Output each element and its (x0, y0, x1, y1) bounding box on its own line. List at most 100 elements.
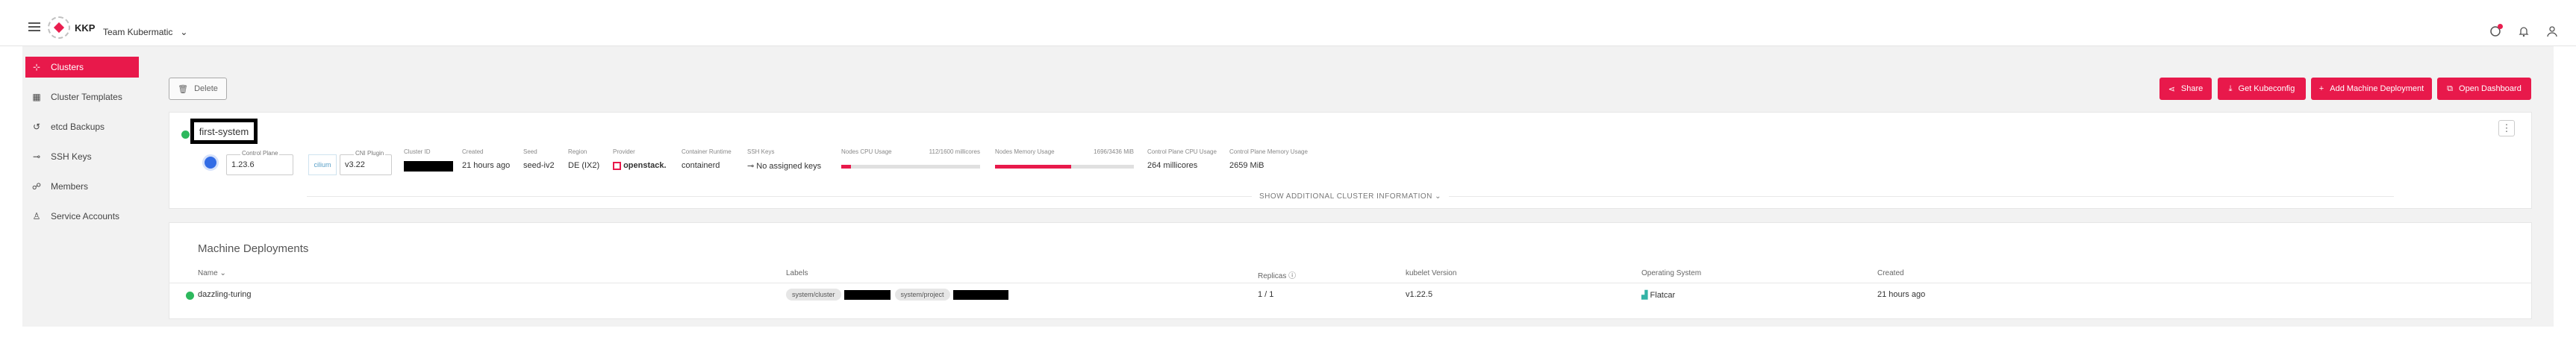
sidebar-item-label: Clusters (51, 62, 84, 72)
delete-label: Delete (194, 84, 218, 93)
seed-label: Seed (523, 148, 537, 155)
cni-version: v3.22 (345, 160, 365, 169)
seed-value: seed-iv2 (523, 161, 555, 170)
more-options-icon[interactable]: ⋮ (2498, 120, 2515, 136)
logo-mark (48, 16, 70, 39)
redacted-label-value (843, 289, 891, 300)
nodes-memory-usage: Nodes Memory Usage 1696/3436 MiB (995, 148, 1134, 161)
logo-text: KKP (75, 22, 96, 34)
cluster-provider: Provider openstack. (613, 148, 667, 170)
column-header-name[interactable]: Name ⌄ (198, 269, 226, 277)
sidebar-item-label: Cluster Templates (51, 92, 122, 102)
backup-icon: ↺ (32, 122, 41, 132)
md-kubelet-version: v1.22.5 (1406, 290, 1433, 299)
sidebar-item-etcd-backups[interactable]: ↺ etcd Backups (25, 116, 139, 137)
control-plane-caption: Control Plane (240, 150, 280, 157)
kubeconfig-label: Get Kubeconfig (2238, 84, 2295, 93)
machine-deployments-title: Machine Deployments (198, 242, 309, 255)
sidebar-item-cluster-templates[interactable]: ▦ Cluster Templates (25, 87, 139, 107)
column-header-kubelet: kubelet Version (1406, 269, 1457, 277)
key-icon: ⊸ (747, 162, 755, 171)
bell-icon[interactable] (2518, 25, 2530, 37)
cluster-icon: ⊹ (32, 62, 41, 72)
ssh-label: SSH Keys (747, 148, 775, 155)
members-icon: ☍ (31, 181, 42, 192)
project-selector[interactable]: Team Kubermatic ⌄ (103, 27, 187, 37)
md-created: 21 hours ago (1877, 290, 1926, 299)
cluster-card: first-system ⋮ Control Plane 1.23.6 cili… (169, 112, 2532, 209)
md-labels: system/cluster system/project (786, 289, 1008, 301)
created-label: Created (462, 148, 484, 155)
md-os-label: Flatcar (1650, 291, 1676, 300)
service-accounts-icon: ♙ (32, 211, 41, 221)
get-kubeconfig-button[interactable]: ⤓ Get Kubeconfig (2218, 78, 2306, 100)
external-link-icon: ⧉ (2447, 84, 2454, 93)
control-plane-memory: Control Plane Memory Usage 2659 MiB (1229, 148, 1308, 170)
cpu-value: 112/1600 millicores (929, 148, 980, 155)
created-value: 21 hours ago (462, 161, 511, 170)
sidebar-item-label: etcd Backups (51, 122, 105, 132)
top-bar: KKP Team Kubermatic ⌄ (0, 0, 2576, 46)
sidebar-item-service-accounts[interactable]: ♙ Service Accounts (25, 206, 139, 227)
column-header-labels: Labels (786, 269, 808, 277)
openstack-icon (613, 161, 621, 170)
cluster-seed: Seed seed-iv2 (523, 148, 555, 170)
open-dashboard-button[interactable]: ⧉ Open Dashboard (2437, 78, 2531, 100)
sidebar-item-clusters[interactable]: ⊹ Clusters (25, 57, 139, 78)
column-header-replicas: Replicas ⓘ (1258, 272, 1297, 280)
cluster-region: Region DE (IX2) (568, 148, 599, 170)
nodes-cpu-usage: Nodes CPU Usage 112/1600 millicores (841, 148, 980, 161)
sidebar-item-label: SSH Keys (51, 151, 92, 162)
project-name: Team Kubermatic (103, 27, 173, 37)
label-chip: system/cluster (786, 289, 841, 301)
key-icon: ⊸ (32, 151, 41, 162)
menu-icon[interactable] (28, 22, 40, 31)
machine-deployments-card: Machine Deployments Name ⌄ Labels Replic… (169, 222, 2532, 319)
plus-icon: + (2318, 84, 2324, 93)
mem-bar-fill (995, 165, 1072, 169)
share-icon: ⋖ (2168, 84, 2175, 94)
nodes-memory-bar (995, 165, 1134, 169)
sidebar-item-label: Members (51, 181, 89, 192)
trash-icon: 🗑 (178, 84, 189, 94)
help-icon[interactable] (2489, 24, 2503, 37)
flatcar-icon: ▟ (1641, 291, 1648, 300)
show-additional-info-toggle[interactable]: SHOW ADDITIONAL CLUSTER INFORMATION ⌄ (169, 192, 2531, 201)
mem-value: 1696/3436 MiB (1094, 148, 1134, 155)
logo[interactable]: KKP (48, 16, 95, 39)
download-icon: ⤓ (2228, 84, 2233, 93)
ssh-value: No assigned keys (756, 162, 822, 171)
add-machine-deployment-button[interactable]: + Add Machine Deployment (2311, 78, 2432, 100)
column-header-os: Operating System (1641, 269, 1702, 277)
sidebar-item-label: Service Accounts (51, 211, 120, 221)
cluster-runtime: Container Runtime containerd (682, 148, 732, 170)
delete-button[interactable]: 🗑 Delete (169, 78, 227, 100)
sidebar-item-members[interactable]: ☍ Members (25, 176, 139, 197)
cp-mem-label: Control Plane Memory Usage (1229, 148, 1308, 155)
cni-logo: cilium (308, 154, 337, 175)
cni-version-field: CNI Plugin v3.22 (340, 150, 392, 175)
cluster-name: first-system (190, 119, 258, 144)
sidebar-item-ssh-keys[interactable]: ⊸ SSH Keys (25, 146, 139, 167)
notification-dot (2498, 24, 2503, 29)
cluster-created: Created 21 hours ago (462, 148, 510, 170)
template-icon: ▦ (32, 92, 41, 102)
cpu-bar-fill (841, 165, 852, 169)
md-replicas: 1 / 1 (1258, 290, 1274, 299)
redacted-label-value (952, 289, 1008, 300)
cluster-ssh-keys: SSH Keys ⊸ No assigned keys (747, 148, 821, 171)
cp-cpu-value: 264 millicores (1147, 161, 1198, 170)
cp-mem-value: 2659 MiB (1229, 161, 1264, 170)
add-md-label: Add Machine Deployment (2330, 84, 2424, 93)
kubernetes-logo-icon (202, 154, 219, 171)
user-icon[interactable] (2546, 25, 2558, 37)
cp-cpu-label: Control Plane CPU Usage (1147, 148, 1217, 155)
main-canvas: ⊹ Clusters ▦ Cluster Templates ↺ etcd Ba… (22, 46, 2554, 327)
chevron-down-icon: ⌄ (180, 27, 188, 37)
sidebar: ⊹ Clusters ▦ Cluster Templates ↺ etcd Ba… (22, 46, 142, 327)
provider-value: openstack. (623, 161, 667, 170)
region-label: Region (568, 148, 587, 155)
share-button[interactable]: ⋖ Share (2159, 78, 2212, 100)
provider-label: Provider (613, 148, 635, 155)
cluster-id-label: Cluster ID (404, 148, 431, 155)
